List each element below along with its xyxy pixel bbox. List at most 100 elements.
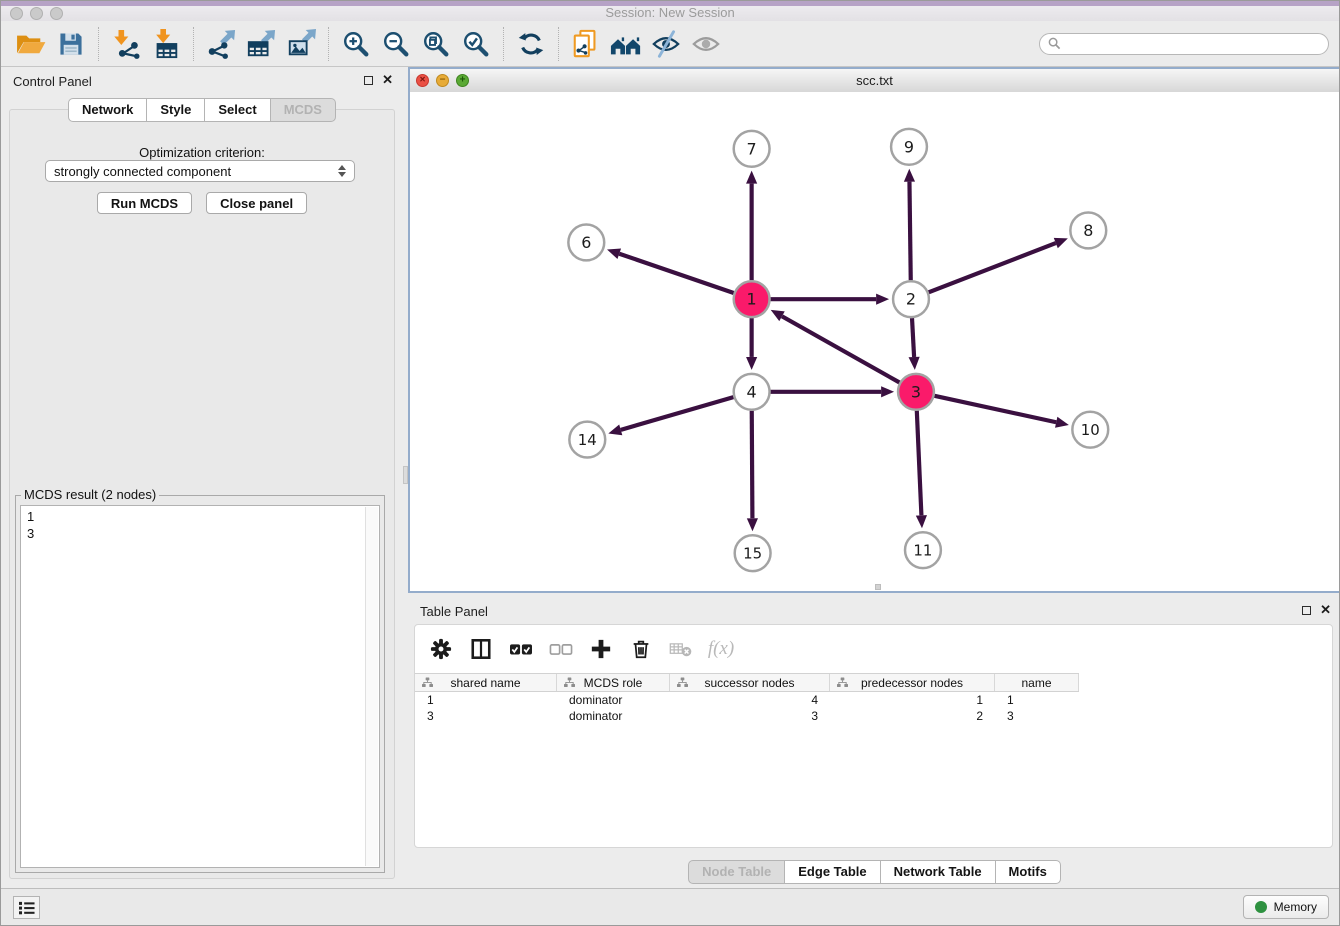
memory-button[interactable]: Memory (1243, 895, 1329, 919)
mcds-result-legend: MCDS result (2 nodes) (21, 487, 159, 502)
column-header-successor-nodes[interactable]: successor nodes (670, 674, 830, 691)
node-1[interactable]: 1 (734, 281, 770, 317)
delete-table-button[interactable] (669, 637, 693, 661)
column-settings-button[interactable] (429, 637, 453, 661)
cell-shared-name-row2[interactable]: 3 (415, 709, 557, 723)
node-14[interactable]: 14 (569, 422, 605, 458)
network-window-titlebar[interactable]: × − + scc.txt (410, 69, 1339, 93)
tab-node-table[interactable]: Node Table (688, 860, 785, 884)
node-2[interactable]: 2 (893, 281, 929, 317)
application-window: Session: New Session (0, 0, 1340, 926)
criterion-dropdown[interactable]: strongly connected component (45, 160, 355, 182)
tab-style[interactable]: Style (147, 98, 205, 122)
table-row[interactable]: 3dominator323 (415, 708, 1079, 724)
node-9[interactable]: 9 (891, 129, 927, 165)
import-network-button[interactable] (106, 25, 146, 63)
float-panel-icon[interactable] (364, 76, 373, 85)
edge-3-10[interactable] (934, 396, 1068, 428)
column-header-mcds-role[interactable]: MCDS role (557, 674, 670, 691)
hide-selected-button[interactable] (646, 25, 686, 63)
node-4[interactable]: 4 (734, 374, 770, 410)
edge-4-3[interactable] (771, 386, 895, 397)
attribute-icon (677, 677, 688, 688)
node-10[interactable]: 10 (1072, 412, 1108, 448)
add-column-button[interactable] (589, 637, 613, 661)
import-table-button[interactable] (146, 25, 186, 63)
deselect-all-columns-button[interactable] (549, 637, 573, 661)
open-session-button[interactable] (11, 25, 51, 63)
task-history-button[interactable] (13, 896, 40, 919)
edge-3-11[interactable] (916, 411, 927, 529)
show-all-button[interactable] (686, 25, 726, 63)
cell-predecessor-nodes-row1[interactable]: 1 (830, 693, 995, 707)
delete-column-button[interactable] (629, 637, 653, 661)
tab-motifs[interactable]: Motifs (996, 860, 1061, 884)
search-box[interactable] (1039, 33, 1329, 55)
node-7[interactable]: 7 (734, 131, 770, 167)
edge-1-4[interactable] (746, 318, 757, 370)
function-builder-button[interactable]: f(x) (709, 637, 733, 661)
criterion-value: strongly connected component (54, 164, 231, 179)
table-toolbar: f(x) (415, 625, 1332, 669)
edge-2-3[interactable] (909, 318, 920, 370)
column-header-name[interactable]: name (995, 674, 1079, 691)
cell-predecessor-nodes-row2[interactable]: 2 (830, 709, 995, 723)
canvas-resize-handle[interactable] (875, 584, 881, 590)
edge-1-7[interactable] (746, 171, 757, 281)
first-neighbors-button[interactable] (606, 25, 646, 63)
network-view-window: × − + scc.txt 7 9 6 8 1 2 4 3 14 10 15 11 (408, 67, 1340, 593)
zoom-in-button[interactable] (336, 25, 376, 63)
node-3[interactable]: 3 (898, 374, 934, 410)
refresh-view-button[interactable] (511, 25, 551, 63)
search-input[interactable] (1067, 36, 1320, 52)
cell-name-row2[interactable]: 3 (995, 709, 1079, 723)
edge-4-14[interactable] (608, 397, 733, 435)
node-15[interactable]: 15 (735, 535, 771, 571)
cell-mcds-role-row2[interactable]: dominator (557, 709, 670, 723)
table-row[interactable]: 1dominator411 (415, 692, 1079, 708)
cell-name-row1[interactable]: 1 (995, 693, 1079, 707)
edge-3-1[interactable] (771, 310, 900, 383)
cell-mcds-role-row1[interactable]: dominator (557, 693, 670, 707)
close-panel-icon[interactable]: ✕ (382, 75, 393, 85)
export-table-button[interactable] (241, 25, 281, 63)
column-header-shared-name[interactable]: shared name (415, 674, 557, 691)
network-graph[interactable]: 7 9 6 8 1 2 4 3 14 10 15 11 (410, 92, 1339, 591)
edge-1-2[interactable] (771, 294, 890, 305)
zoom-out-button[interactable] (376, 25, 416, 63)
tab-select[interactable]: Select (205, 98, 270, 122)
tab-mcds[interactable]: MCDS (271, 98, 336, 122)
cell-shared-name-row1[interactable]: 1 (415, 693, 557, 707)
close-table-panel-icon[interactable]: ✕ (1320, 605, 1331, 615)
cell-successor-nodes-row1[interactable]: 4 (670, 693, 830, 707)
cell-successor-nodes-row2[interactable]: 3 (670, 709, 830, 723)
node-11[interactable]: 11 (905, 532, 941, 568)
network-canvas[interactable]: 7 9 6 8 1 2 4 3 14 10 15 11 (410, 92, 1339, 591)
tab-edge-table[interactable]: Edge Table (785, 860, 880, 884)
edge-2-9[interactable] (904, 169, 915, 281)
clone-network-button[interactable] (566, 25, 606, 63)
column-header-predecessor-nodes[interactable]: predecessor nodes (830, 674, 995, 691)
zoom-selected-button[interactable] (456, 25, 496, 63)
zoom-fit-button[interactable] (416, 25, 456, 63)
node-8[interactable]: 8 (1070, 213, 1106, 249)
select-all-columns-button[interactable] (509, 637, 533, 661)
edge-1-6[interactable] (607, 248, 734, 293)
close-panel-button[interactable]: Close panel (206, 192, 307, 214)
panel-mode-button[interactable] (469, 637, 493, 661)
export-network-icon (206, 29, 236, 59)
float-table-panel-icon[interactable] (1302, 606, 1311, 615)
edge-4-15[interactable] (747, 411, 758, 532)
mcds-result-area[interactable]: 1 3 (20, 505, 380, 868)
tab-network[interactable]: Network (68, 98, 147, 122)
svg-text:7: 7 (747, 139, 757, 158)
export-image-button[interactable] (281, 25, 321, 63)
export-network-button[interactable] (201, 25, 241, 63)
result-scrollbar[interactable] (365, 507, 378, 866)
edge-2-8[interactable] (929, 238, 1068, 292)
node-6[interactable]: 6 (568, 224, 604, 260)
save-session-button[interactable] (51, 25, 91, 63)
tab-network-table[interactable]: Network Table (881, 860, 996, 884)
optimization-criterion-label: Optimization criterion: (1, 145, 403, 160)
run-mcds-button[interactable]: Run MCDS (97, 192, 192, 214)
